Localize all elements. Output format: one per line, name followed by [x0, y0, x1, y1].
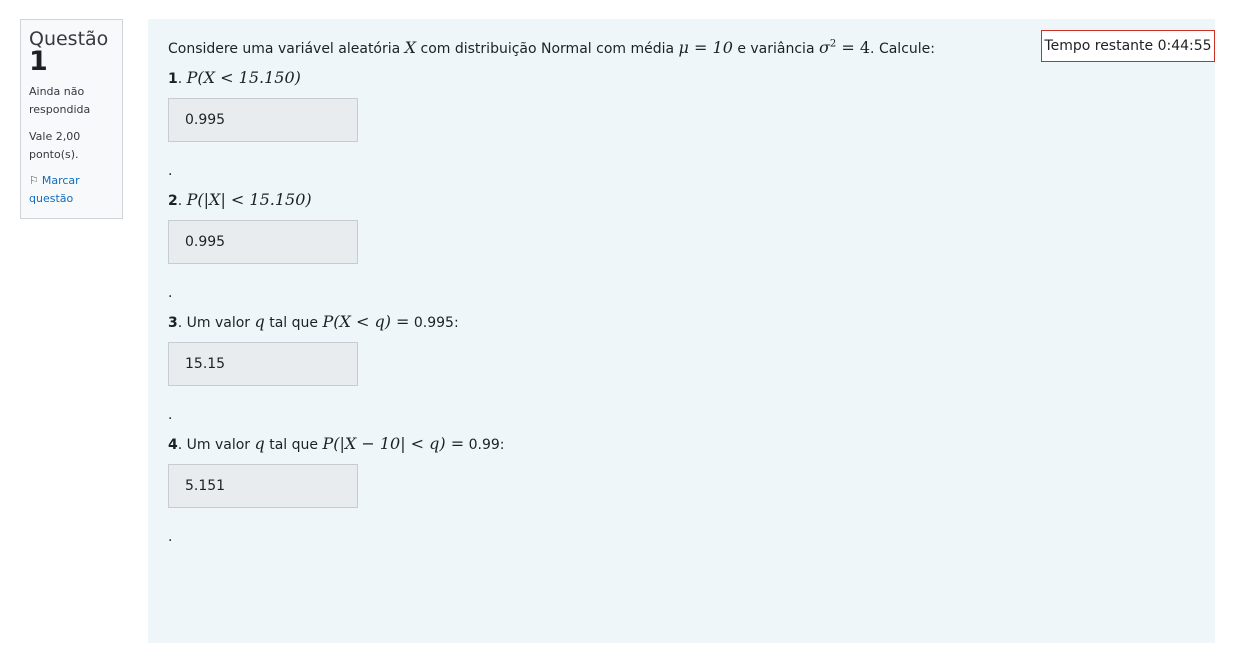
item-4-number: 4 [168, 437, 178, 453]
item-4-value: 0.99: [468, 437, 505, 453]
item-1-prompt: 1. P(X < 15.150) [168, 68, 301, 87]
item-1-number: 1 [168, 71, 178, 87]
item-4-variable: q [254, 434, 265, 453]
item-3-text: Um valor [186, 315, 251, 331]
question-grade: Vale 2,00 ponto(s). [29, 130, 81, 161]
question-number: 1 [29, 46, 48, 77]
item-4-math: P(|X − 10| < q) = [322, 434, 465, 453]
item-4-answer-input[interactable]: 5.151 [168, 464, 358, 508]
item-3-value: 0.995: [413, 315, 459, 331]
item-2-separator: . [168, 285, 173, 301]
item-3-prompt: 3. Um valor q tal que P(X < q) = 0.995: [168, 312, 459, 331]
item-1-answer-input[interactable]: 0.995 [168, 98, 358, 142]
item-4-text-2: tal que [269, 437, 319, 453]
item-4-prompt: 4. Um valor q tal que P(|X − 10| < q) = … [168, 434, 505, 453]
intro-mean: μ = 10 [678, 38, 733, 57]
flag-question-link[interactable]: ⚐ Marcar questão [29, 172, 114, 208]
item-4-text: Um valor [186, 437, 251, 453]
intro-text-3: e variância [737, 41, 815, 57]
item-2-number: 2 [168, 193, 178, 209]
question-intro: Considere uma variável aleatória X com d… [168, 38, 935, 57]
intro-variance-value: = 4 [836, 38, 871, 57]
item-2-prompt: 2. P(|X| < 15.150) [168, 190, 312, 209]
item-3-variable: q [254, 312, 265, 331]
item-3-text-2: tal que [269, 315, 319, 331]
intro-text: Considere uma variável aleatória [168, 41, 401, 57]
quiz-timer: Tempo restante 0:44:55 [1041, 30, 1215, 62]
intro-text-2: com distribuição Normal com média [420, 41, 675, 57]
intro-variable: X [404, 38, 417, 57]
item-4-separator: . [168, 529, 173, 545]
item-3-number: 3 [168, 315, 178, 331]
item-2-answer-input[interactable]: 0.995 [168, 220, 358, 264]
intro-variance: σ2 = 4 [819, 38, 870, 57]
question-info-panel: Questão 1 Ainda não respondida Vale 2,00… [20, 19, 123, 219]
flag-icon: ⚐ [29, 174, 39, 187]
intro-text-4: . Calcule: [870, 41, 935, 57]
question-state: Ainda não respondida [29, 85, 91, 116]
item-2-math: P(|X| < 15.150) [186, 190, 312, 209]
item-1-separator: . [168, 163, 173, 179]
item-3-math: P(X < q) = [322, 312, 410, 331]
item-3-answer-input[interactable]: 15.15 [168, 342, 358, 386]
item-1-math: P(X < 15.150) [186, 68, 301, 87]
item-3-separator: . [168, 407, 173, 423]
intro-variance-symbol: σ [818, 38, 830, 57]
